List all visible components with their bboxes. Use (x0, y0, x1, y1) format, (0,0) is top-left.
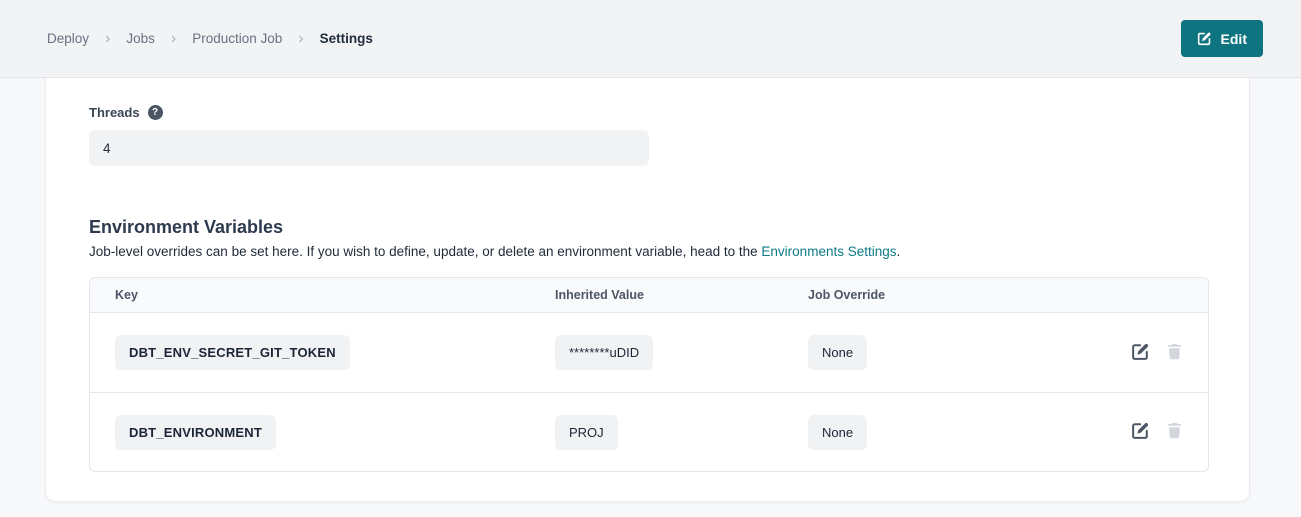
breadcrumb-item-settings: Settings (320, 31, 373, 46)
trash-icon (1165, 421, 1184, 443)
chevron-right-icon: › (105, 31, 110, 47)
environment-variables-section: Environment Variables Job-level override… (89, 217, 1207, 472)
edit-button[interactable]: Edit (1181, 20, 1263, 57)
env-var-key: DBT_ENVIRONMENT (115, 415, 276, 450)
table-row: DBT_ENVIRONMENT PROJ None (90, 392, 1208, 471)
breadcrumb-item-jobs[interactable]: Jobs (126, 31, 155, 46)
environment-variables-table: Key Inherited Value Job Override DBT_ENV… (89, 277, 1209, 472)
env-var-job-override: None (808, 335, 867, 370)
description-period: . (897, 244, 901, 259)
environments-settings-link[interactable]: Environments Settings (761, 244, 896, 259)
column-header-inherited-value: Inherited Value (530, 288, 783, 302)
edit-variable-button[interactable] (1131, 342, 1150, 364)
edit-pencil-icon (1131, 421, 1150, 443)
edit-pencil-icon (1197, 31, 1212, 46)
edit-pencil-icon (1131, 342, 1150, 364)
env-var-key: DBT_ENV_SECRET_GIT_TOKEN (115, 335, 350, 370)
threads-field: Threads ? (89, 105, 1207, 166)
help-icon[interactable]: ? (148, 105, 163, 120)
env-var-inherited-value: ********uDID (555, 335, 653, 370)
chevron-right-icon: › (171, 31, 176, 47)
env-var-inherited-value: PROJ (555, 415, 618, 450)
threads-label: Threads (89, 105, 140, 120)
edit-button-label: Edit (1221, 31, 1247, 47)
edit-variable-button[interactable] (1131, 421, 1150, 443)
description-text: Job-level overrides can be set here. If … (89, 244, 761, 259)
chevron-right-icon: › (298, 31, 303, 47)
delete-variable-button (1165, 421, 1184, 443)
env-var-job-override: None (808, 415, 867, 450)
trash-icon (1165, 342, 1184, 364)
threads-input (89, 130, 649, 166)
breadcrumb: Deploy › Jobs › Production Job › Setting… (47, 31, 373, 47)
column-header-key: Key (90, 288, 530, 302)
topbar: Deploy › Jobs › Production Job › Setting… (0, 0, 1301, 78)
table-header-row: Key Inherited Value Job Override (90, 278, 1208, 313)
breadcrumb-item-deploy[interactable]: Deploy (47, 31, 89, 46)
environment-variables-title: Environment Variables (89, 217, 1207, 238)
breadcrumb-item-production-job[interactable]: Production Job (192, 31, 282, 46)
column-header-job-override: Job Override (783, 288, 983, 302)
delete-variable-button (1165, 342, 1184, 364)
job-settings-card: Threads ? Environment Variables Job-leve… (45, 78, 1250, 502)
table-row: DBT_ENV_SECRET_GIT_TOKEN ********uDID No… (90, 313, 1208, 392)
environment-variables-description: Job-level overrides can be set here. If … (89, 244, 1207, 259)
